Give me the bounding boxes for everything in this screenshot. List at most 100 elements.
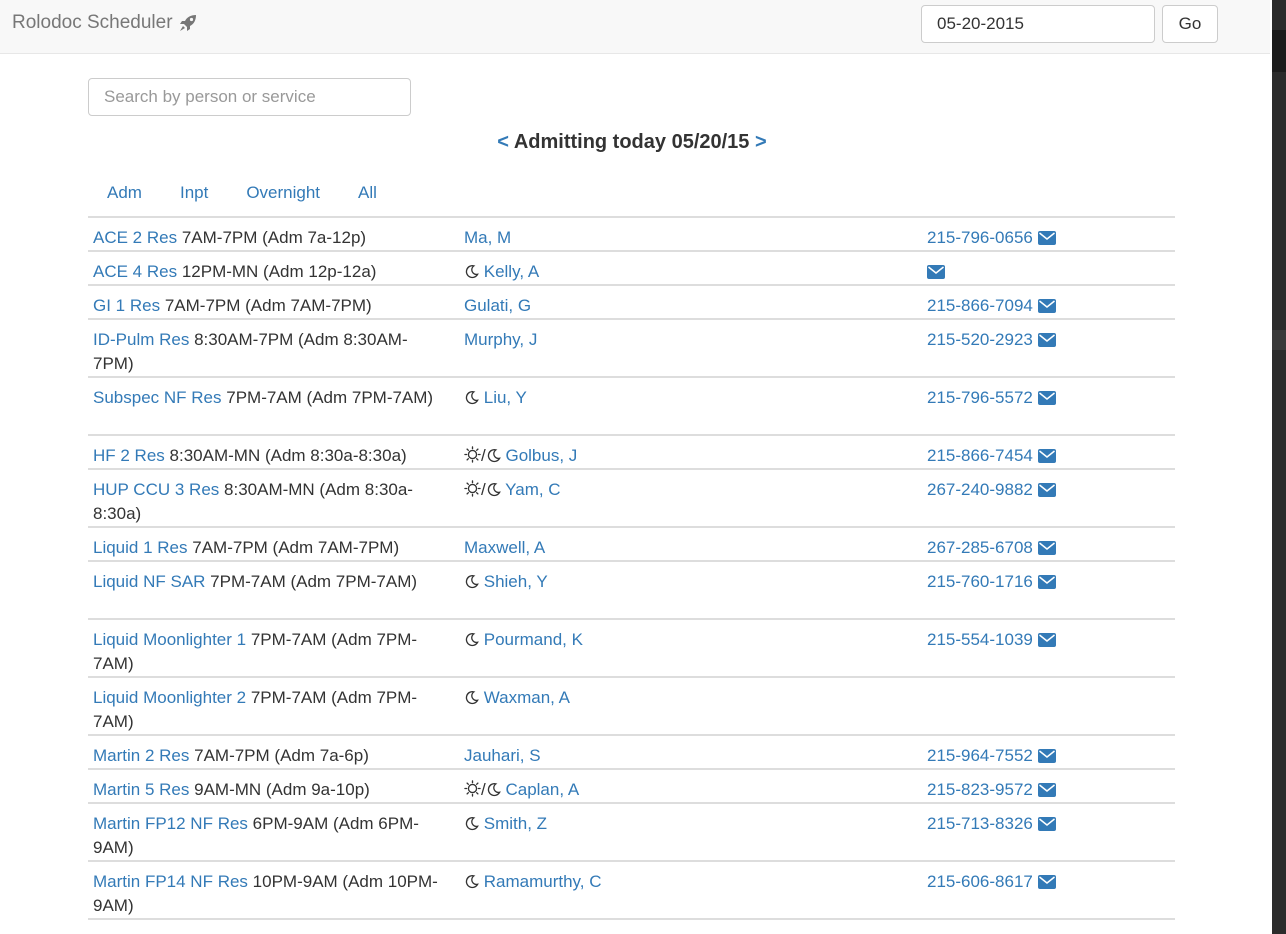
person-cell: Waxman, A (464, 686, 894, 712)
person-link[interactable]: Liu, Y (484, 388, 527, 407)
person-link[interactable]: Pourmand, K (484, 630, 583, 649)
date-input[interactable] (921, 5, 1155, 43)
person-cell: Murphy, J (464, 328, 894, 352)
moon-icon (486, 446, 501, 470)
person-cell: Liu, Y (464, 386, 894, 412)
service-link[interactable]: ACE 2 Res (93, 228, 177, 247)
envelope-icon[interactable] (1037, 388, 1056, 412)
tab-overnight[interactable]: Overnight (227, 180, 339, 206)
contact-cell: 215-796-0656 (927, 226, 1167, 252)
person-link[interactable]: Golbus, J (505, 446, 577, 465)
person-cell: Ma, M (464, 226, 894, 250)
envelope-icon[interactable] (1037, 446, 1056, 470)
contact-cell: 215-866-7454 (927, 444, 1167, 470)
envelope-icon[interactable] (1037, 330, 1056, 354)
person-cell: / Caplan, A (464, 778, 894, 804)
service-link[interactable]: HF 2 Res (93, 446, 165, 465)
phone-link[interactable]: 215-760-1716 (927, 572, 1033, 591)
person-link[interactable]: Maxwell, A (464, 538, 545, 557)
person-cell: Ramamurthy, C (464, 870, 894, 896)
service-link[interactable]: Martin FP12 NF Res (93, 814, 248, 833)
service-link[interactable]: Liquid 1 Res (93, 538, 188, 557)
envelope-icon[interactable] (1037, 814, 1056, 838)
service-link[interactable]: Martin 5 Res (93, 780, 189, 799)
contact-cell: 215-823-9572 (927, 778, 1167, 804)
prev-day-link[interactable]: < (497, 131, 509, 153)
envelope-icon[interactable] (1037, 572, 1056, 596)
person-link[interactable]: Ramamurthy, C (484, 872, 602, 891)
service-link[interactable]: Martin 2 Res (93, 746, 189, 765)
envelope-icon[interactable] (1037, 872, 1056, 896)
person-link[interactable]: Ma, M (464, 228, 511, 247)
tab-all[interactable]: All (339, 180, 396, 206)
phone-link[interactable]: 215-554-1039 (927, 630, 1033, 649)
envelope-icon[interactable] (1037, 630, 1056, 654)
envelope-icon[interactable] (1037, 228, 1056, 252)
service-link[interactable]: Subspec NF Res (93, 388, 222, 407)
moon-icon (464, 388, 479, 412)
service-cell: ID-Pulm Res 8:30AM-7PM (Adm 8:30AM-7PM) (93, 328, 438, 376)
phone-link[interactable]: 267-240-9882 (927, 480, 1033, 499)
table-row: Liquid 1 Res 7AM-7PM (Adm 7AM-7PM) Maxwel… (88, 528, 1175, 562)
phone-link[interactable]: 267-285-6708 (927, 538, 1033, 557)
person-link[interactable]: Caplan, A (505, 780, 579, 799)
service-link[interactable]: ID-Pulm Res (93, 330, 189, 349)
rocket-icon (179, 14, 197, 32)
contact-cell: 267-285-6708 (927, 536, 1167, 562)
envelope-icon[interactable] (1037, 746, 1056, 770)
person-link[interactable]: Shieh, Y (484, 572, 548, 591)
phone-link[interactable]: 215-866-7094 (927, 296, 1033, 315)
service-cell: GI 1 Res 7AM-7PM (Adm 7AM-7PM) (93, 294, 438, 318)
phone-link[interactable]: 215-866-7454 (927, 446, 1033, 465)
tab-inpt[interactable]: Inpt (161, 180, 227, 206)
table-row: HF 2 Res 8:30AM-MN (Adm 8:30a-8:30a) / Go… (88, 436, 1175, 470)
service-link[interactable]: Liquid NF SAR (93, 572, 205, 591)
service-link[interactable]: Liquid Moonlighter 1 (93, 630, 246, 649)
phone-link[interactable]: 215-520-2923 (927, 330, 1033, 349)
person-link[interactable]: Waxman, A (484, 688, 570, 707)
person-cell: / Golbus, J (464, 444, 894, 470)
table-row: Martin FP12 NF Res 6PM-9AM (Adm 6PM-9AM)… (88, 804, 1175, 862)
phone-link[interactable]: 215-823-9572 (927, 780, 1033, 799)
envelope-icon[interactable] (1037, 538, 1056, 562)
brand[interactable]: Rolodoc Scheduler (12, 12, 197, 34)
person-link[interactable]: Jauhari, S (464, 746, 541, 765)
tab-adm[interactable]: Adm (88, 180, 161, 206)
person-link[interactable]: Gulati, G (464, 296, 531, 315)
next-day-link[interactable]: > (755, 131, 767, 153)
service-link[interactable]: HUP CCU 3 Res (93, 480, 219, 499)
phone-link[interactable]: 215-713-8326 (927, 814, 1033, 833)
service-cell: Martin 2 Res 7AM-7PM (Adm 7a-6p) (93, 744, 438, 768)
search-input[interactable] (88, 78, 411, 116)
service-link[interactable]: Martin FP14 NF Res (93, 872, 248, 891)
envelope-icon[interactable] (1037, 296, 1056, 320)
person-link[interactable]: Murphy, J (464, 330, 537, 349)
service-link[interactable]: Liquid Moonlighter 2 (93, 688, 246, 707)
phone-link[interactable]: 215-796-0656 (927, 228, 1033, 247)
service-cell: HUP CCU 3 Res 8:30AM-MN (Adm 8:30a-8:30a… (93, 478, 438, 526)
envelope-icon[interactable] (1037, 480, 1056, 504)
envelope-icon[interactable] (927, 262, 945, 286)
person-cell: / Yam, C (464, 478, 894, 504)
table-row: Liquid Moonlighter 2 7PM-7AM (Adm 7PM-7A… (88, 678, 1175, 736)
person-link[interactable]: Kelly, A (484, 262, 539, 281)
service-cell: Martin FP12 NF Res 6PM-9AM (Adm 6PM-9AM) (93, 812, 438, 860)
service-link[interactable]: ACE 4 Res (93, 262, 177, 281)
phone-link[interactable]: 215-606-8617 (927, 872, 1033, 891)
contact-cell: 215-606-8617 (927, 870, 1167, 896)
table-row: Martin 5 Res 9AM-MN (Adm 9a-10p) / Caplan… (88, 770, 1175, 804)
person-link[interactable]: Yam, C (505, 480, 560, 499)
go-button[interactable]: Go (1162, 5, 1218, 43)
person-cell: Shieh, Y (464, 570, 894, 596)
contact-cell: 215-796-5572 (927, 386, 1167, 412)
service-link[interactable]: GI 1 Res (93, 296, 160, 315)
person-link[interactable]: Smith, Z (484, 814, 547, 833)
table-row: GI 1 Res 7AM-7PM (Adm 7AM-7PM) Gulati, G 2… (88, 286, 1175, 320)
brand-title[interactable]: Rolodoc Scheduler (12, 12, 173, 34)
service-cell: Liquid 1 Res 7AM-7PM (Adm 7AM-7PM) (93, 536, 438, 560)
envelope-icon[interactable] (1037, 780, 1056, 804)
service-hours: 7AM-7PM (Adm 7AM-7PM) (192, 538, 400, 557)
phone-link[interactable]: 215-796-5572 (927, 388, 1033, 407)
phone-link[interactable]: 215-964-7552 (927, 746, 1033, 765)
moon-icon (486, 480, 501, 504)
